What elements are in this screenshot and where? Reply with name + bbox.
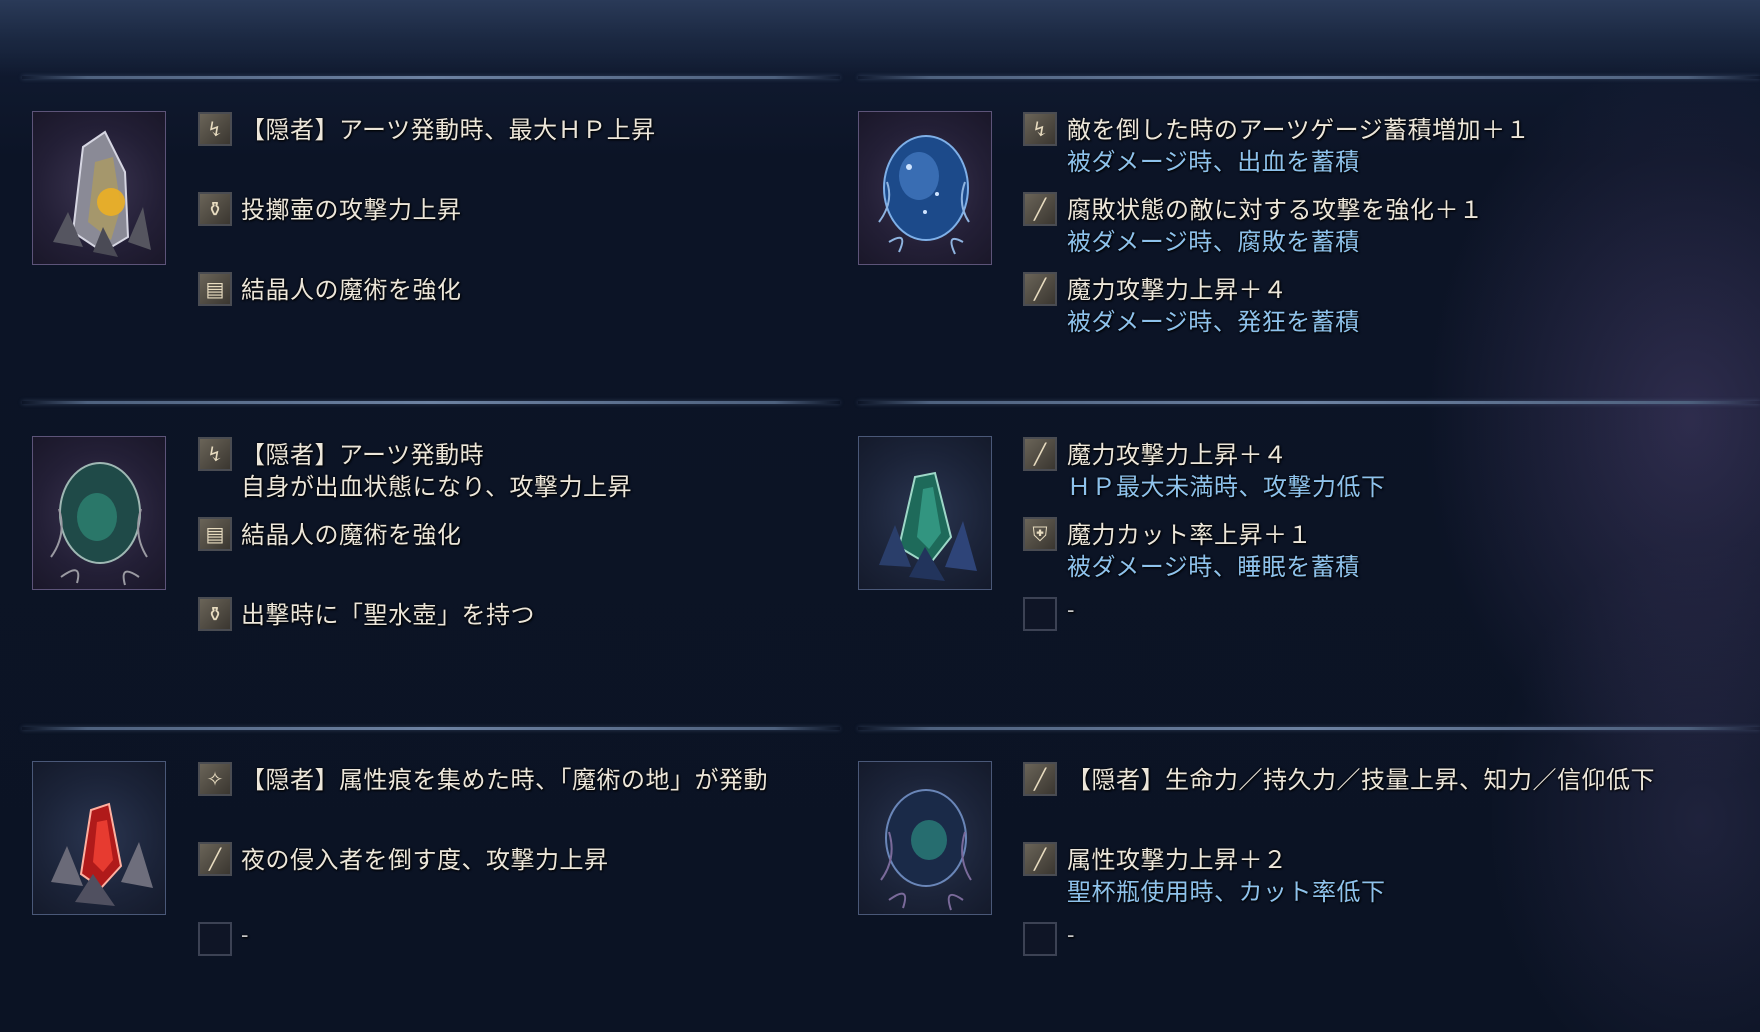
effect-text: 結晶人の魔術を強化 — [241, 276, 462, 304]
effect-subtext: 被ダメージ時、腐敗を蓄積 — [1067, 228, 1360, 256]
divider — [858, 401, 1760, 404]
scroll-icon: ▤ — [198, 517, 232, 551]
divider — [22, 76, 840, 79]
empty-slot-icon — [1023, 597, 1057, 631]
sword-icon: ╱ — [1023, 437, 1057, 471]
divider — [22, 401, 840, 404]
effect-text: 投擲壷の攻撃力上昇 — [241, 196, 462, 224]
effect-text: 魔力カット率上昇＋１ — [1067, 521, 1312, 549]
scroll-icon: ▤ — [198, 272, 232, 306]
effect-text: 【隠者】属性痕を集めた時、「魔術の地」が発動 — [241, 766, 768, 794]
effect-text: 魔力攻撃力上昇＋４ — [1067, 441, 1288, 469]
sword-skill-icon: ↯ — [1023, 112, 1057, 146]
effect-text: 夜の侵入者を倒す度、攻撃力上昇 — [241, 846, 609, 874]
effect-text: 属性攻撃力上昇＋２ — [1067, 846, 1288, 874]
effect-text: 結晶人の魔術を強化 — [241, 521, 462, 549]
shield-icon: ⛨ — [1023, 517, 1057, 551]
pot-icon: ⚱ — [198, 597, 232, 631]
divider — [858, 76, 1760, 79]
relic-list-screen: ↯ 【隠者】アーツ発動時、最大ＨＰ上昇 ⚱ 投擲壷の攻撃力上昇 ▤ 結晶人の魔術… — [0, 0, 1760, 1032]
divider — [858, 727, 1760, 730]
sword-icon: ╱ — [1023, 762, 1057, 796]
sword-icon: ╱ — [1023, 272, 1057, 306]
empty-slot-icon — [1023, 922, 1057, 956]
effect-subtext: 聖杯瓶使用時、カット率低下 — [1067, 878, 1386, 906]
yellow-crystal-relic-icon[interactable] — [32, 111, 166, 265]
effect-text: 魔力攻撃力上昇＋４ — [1067, 276, 1288, 304]
effect-text: 【隠者】生命力／持久力／技量上昇、知力／信仰低下 — [1067, 766, 1655, 794]
pot-icon: ⚱ — [198, 192, 232, 226]
magic-icon: ✧ — [198, 762, 232, 796]
effect-text: 腐敗状態の敵に対する攻撃を強化＋１ — [1067, 196, 1484, 224]
green-crystal-relic-icon[interactable] — [858, 436, 992, 590]
sword-icon: ╱ — [1023, 842, 1057, 876]
effect-subtext: 被ダメージ時、睡眠を蓄積 — [1067, 553, 1360, 581]
effect-subtext: 被ダメージ時、出血を蓄積 — [1067, 148, 1360, 176]
sword-skill-icon: ↯ — [198, 112, 232, 146]
sword-icon: ╱ — [1023, 192, 1057, 226]
blue-orb-relic-icon[interactable] — [858, 111, 992, 265]
effect-text-line2: 自身が出血状態になり、攻撃力上昇 — [241, 473, 633, 501]
empty-slot-text: - — [241, 923, 249, 948]
effect-subtext: 被ダメージ時、発狂を蓄積 — [1067, 308, 1360, 336]
effect-subtext: ＨＰ最大未満時、攻撃力低下 — [1067, 473, 1386, 501]
empty-slot-text: - — [1067, 923, 1075, 948]
sword-skill-icon: ↯ — [198, 437, 232, 471]
divider — [22, 727, 840, 730]
sword-icon: ╱ — [198, 842, 232, 876]
empty-slot-icon — [198, 922, 232, 956]
effect-text: 【隠者】アーツ発動時 — [241, 441, 485, 469]
effect-text: 【隠者】アーツ発動時、最大ＨＰ上昇 — [241, 116, 656, 144]
top-band — [0, 0, 1760, 76]
empty-slot-text: - — [1067, 598, 1075, 623]
green-egg-relic-icon[interactable] — [32, 436, 166, 590]
effect-text: 敵を倒した時のアーツゲージ蓄積増加＋１ — [1067, 116, 1531, 144]
effect-text: 出撃時に「聖水壺」を持つ — [241, 601, 535, 629]
dark-orb-relic-icon[interactable] — [858, 761, 992, 915]
red-crystal-relic-icon[interactable] — [32, 761, 166, 915]
